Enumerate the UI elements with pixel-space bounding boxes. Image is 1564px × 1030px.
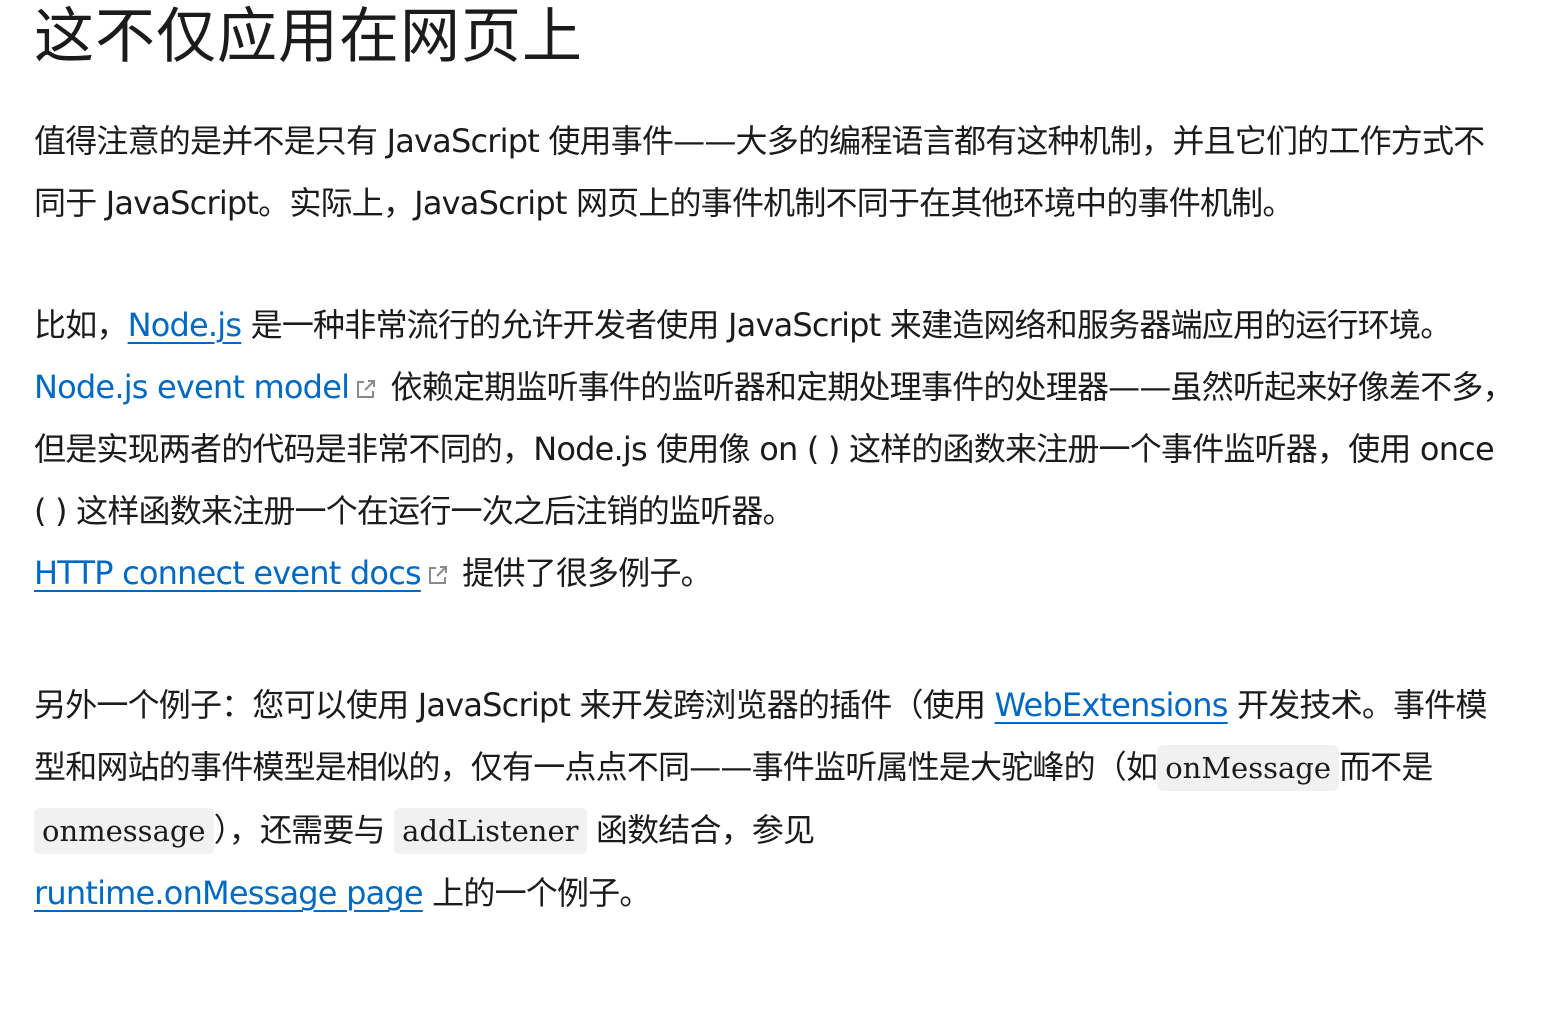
paragraph-text: 提供了很多例子。: [452, 554, 712, 592]
paragraph-text: 比如，: [34, 306, 128, 344]
external-link-icon: [357, 380, 376, 398]
webextensions-link[interactable]: WebExtensions: [995, 686, 1229, 724]
code-onmessage: onmessage: [34, 808, 214, 854]
code-onMessage: onMessage: [1157, 745, 1339, 791]
nodejs-link[interactable]: Node.js: [128, 306, 242, 344]
nodejs-event-model-link[interactable]: Node.js event model: [34, 368, 350, 406]
runtime-onmessage-link[interactable]: runtime.onMessage page: [34, 874, 424, 912]
section-heading: 这不仅应用在网页上: [34, 2, 583, 72]
paragraph-text: 而不是: [1338, 748, 1433, 786]
paragraph-text: 是一种非常流行的允许开发者使用 JavaScript 来建造网络和服务器端应用的…: [241, 306, 1453, 344]
article-section: 这不仅应用在网页上 值得注意的是并不是只有 JavaScript 使用事件——大…: [34, 0, 1515, 924]
paragraph-webextensions: 另外一个例子：您可以使用 JavaScript 来开发跨浏览器的插件（使用 We…: [34, 674, 1514, 924]
paragraph-languages: 值得注意的是并不是只有 JavaScript 使用事件——大多的编程语言都有这种…: [34, 110, 1514, 234]
http-connect-docs-link[interactable]: HTTP connect event docs: [34, 554, 422, 592]
external-link-icon: [428, 566, 447, 584]
paragraph-text: ），还需要与: [213, 811, 395, 849]
paragraph-text: 另外一个例子：您可以使用 JavaScript 来开发跨浏览器的插件（使用: [34, 686, 995, 724]
paragraph-text: 上的一个例子。: [422, 874, 651, 912]
paragraph-nodejs: 比如，Node.js 是一种非常流行的允许开发者使用 JavaScript 来建…: [34, 294, 1515, 604]
paragraph-text: 函数结合，参见: [586, 811, 815, 849]
paragraph-text: 值得注意的是并不是只有 JavaScript 使用事件——大多的编程语言都有这种…: [34, 122, 1485, 222]
code-addListener: addListener: [394, 808, 587, 854]
